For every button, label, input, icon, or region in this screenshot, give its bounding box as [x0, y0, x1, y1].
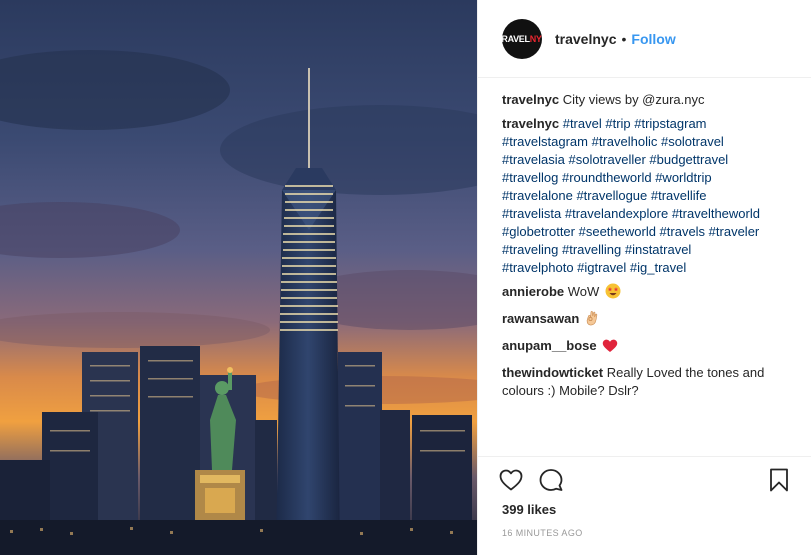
bookmark-icon	[770, 468, 788, 492]
comment-user[interactable]: anupam__bose	[502, 338, 597, 353]
follow-button[interactable]: Follow	[631, 31, 675, 47]
caption: travelnyc City views by @zura.nyc	[502, 91, 792, 109]
like-button[interactable]	[498, 467, 524, 493]
post-actions: 399 likes 16 MINUTES AGO	[478, 456, 811, 555]
hashtag-line[interactable]: #travelalone #travellogue #travellife	[502, 188, 707, 203]
comment-bubble-icon	[539, 469, 563, 491]
hashtag-line[interactable]: #travelasia #solotraveller #budgettravel	[502, 152, 728, 167]
tags-comment: travelnyc #travel #trip #tripstagram #tr…	[502, 115, 792, 277]
red-heart-emoji	[602, 339, 618, 358]
comment-item: thewindowticket Really Loved the tones a…	[502, 364, 792, 400]
comment-item: anupam__bose	[502, 337, 792, 358]
star-struck-emoji	[605, 283, 621, 304]
hashtag-line[interactable]: #globetrotter #seetheworld #travels #tra…	[502, 224, 759, 239]
separator-dot: •	[621, 30, 627, 47]
save-button[interactable]	[766, 467, 792, 493]
avatar[interactable]: TRAVELNYC	[502, 18, 542, 59]
username-link[interactable]: travelnyc	[555, 31, 616, 47]
comment-text: WoW	[567, 284, 600, 299]
hashtag-line[interactable]: #travelstagram #travelholic #solotravel	[502, 134, 724, 149]
comment-item: rawansawan	[502, 310, 792, 331]
heart-outline-icon	[499, 469, 523, 491]
post-side-panel: TRAVELNYC travelnyc • Follow travelnyc C…	[477, 0, 811, 555]
post-timestamp[interactable]: 16 MINUTES AGO	[502, 528, 583, 538]
comment-user[interactable]: rawansawan	[502, 311, 579, 326]
comments-list: travelnyc City views by @zura.nyc travel…	[502, 91, 792, 406]
hashtag-line[interactable]: #traveling #travelling #instatravel	[502, 242, 691, 257]
comment-user[interactable]: travelnyc	[502, 116, 559, 131]
comment-button[interactable]	[538, 467, 564, 493]
ok-hand-emoji	[585, 310, 599, 331]
action-icons	[498, 467, 564, 493]
skyline-photo	[0, 0, 477, 555]
post-photo[interactable]	[0, 0, 477, 555]
comment-user[interactable]: annierobe	[502, 284, 564, 299]
avatar-logo: TRAVELNYC	[502, 33, 542, 44]
comment-user[interactable]: travelnyc	[502, 92, 559, 107]
caption-text: City views by @zura.nyc	[562, 92, 705, 107]
post-header: TRAVELNYC travelnyc • Follow	[478, 0, 811, 78]
hashtag-line[interactable]: #travel #trip #tripstagram	[563, 116, 707, 131]
comment-user[interactable]: thewindowticket	[502, 365, 603, 380]
hashtag-line[interactable]: #travellog #roundtheworld #worldtrip	[502, 170, 712, 185]
hashtag-line[interactable]: #travelista #travelandexplore #travelthe…	[502, 206, 760, 221]
hashtag-line[interactable]: #travelphoto #igtravel #ig_travel	[502, 260, 686, 275]
likes-count[interactable]: 399 likes	[502, 502, 556, 517]
comment-item: annierobe WoW	[502, 283, 792, 304]
